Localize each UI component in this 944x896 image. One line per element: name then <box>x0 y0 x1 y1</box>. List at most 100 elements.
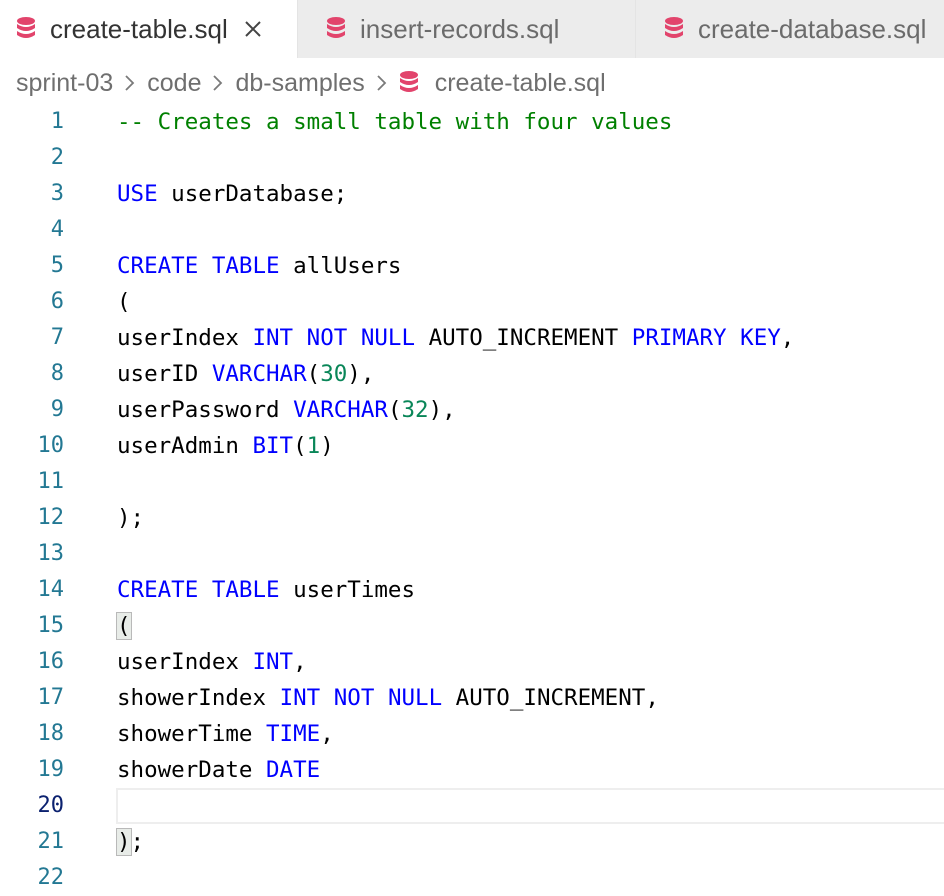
breadcrumb-item-sprint[interactable]: sprint-03 <box>16 69 113 98</box>
code-line[interactable]: 8 userID VARCHAR(30), <box>0 356 944 392</box>
code-token: showerIndex <box>117 685 280 711</box>
line-number: 5 <box>50 253 64 278</box>
database-icon <box>326 16 348 42</box>
code-text: showerDate DATE <box>117 752 320 788</box>
line-number: 22 <box>37 865 65 890</box>
code-line[interactable]: 15 ( <box>0 608 944 644</box>
code-line[interactable]: 13 <box>0 536 944 572</box>
tab-label: insert-records.sql <box>360 13 560 44</box>
code-token: , <box>780 325 795 351</box>
line-number: 15 <box>37 613 65 638</box>
chevron-right-icon <box>373 70 391 96</box>
code-token: userAdmin <box>117 433 253 459</box>
code-line[interactable]: 5 CREATE TABLE allUsers <box>0 248 944 284</box>
tab-create-database[interactable]: create-database.sql <box>636 0 944 58</box>
code-token: userIndex <box>117 649 253 675</box>
sql-keyword: CREATE <box>117 577 199 603</box>
code-token: ); <box>117 505 145 531</box>
code-line[interactable]: 3 USE userDatabase; <box>0 176 944 212</box>
code-line[interactable]: 7 userIndex INT NOT NULL AUTO_INCREMENT P… <box>0 320 944 356</box>
breadcrumb: sprint-03 code db-samples create-table.s… <box>16 64 606 102</box>
comment: -- Creates a small table with four value… <box>117 109 673 135</box>
sql-keyword: PRIMARY <box>631 325 727 351</box>
code-line[interactable]: 4 <box>0 212 944 248</box>
tab-label: create-database.sql <box>698 13 927 44</box>
code-text: CREATE TABLE userTimes <box>117 572 415 608</box>
code-token: AUTO_INCREMENT, <box>442 685 659 711</box>
code-line[interactable]: 6( <box>0 284 944 320</box>
line-number: 11 <box>37 469 65 494</box>
code-token: userID <box>117 361 212 387</box>
bracket-match: ( <box>116 612 132 640</box>
number-literal: 32 <box>401 397 429 423</box>
editor-tab-bar: create-table.sql insert-records.sql crea… <box>0 0 944 58</box>
code-token: ), <box>347 361 375 387</box>
code-line[interactable]: 17 showerIndex INT NOT NULL AUTO_INCREMEN… <box>0 680 944 716</box>
code-token: ( <box>306 361 321 387</box>
database-icon <box>16 16 38 42</box>
code-text: showerTime TIME, <box>117 716 334 752</box>
code-text: ); <box>116 824 145 860</box>
code-text: -- Creates a small table with four value… <box>117 104 672 140</box>
breadcrumb-item-code[interactable]: code <box>147 69 201 98</box>
code-text: showerIndex INT NOT NULL AUTO_INCREMENT, <box>117 680 659 716</box>
sql-keyword: TABLE <box>211 253 280 279</box>
line-number: 19 <box>37 757 65 782</box>
code-line[interactable]: 16 userIndex INT, <box>0 644 944 680</box>
breadcrumb-item-db-samples[interactable]: db-samples <box>235 69 364 98</box>
sql-keyword: VARCHAR <box>211 361 307 387</box>
code-line[interactable]: 2 <box>0 140 944 176</box>
code-text: ( <box>117 284 131 320</box>
code-line[interactable]: 22 <box>0 860 944 896</box>
breadcrumb-item-file[interactable]: create-table.sql <box>399 69 606 98</box>
code-editor[interactable]: 1 -- Creates a small table with four valu… <box>0 104 944 896</box>
code-token: showerDate <box>117 757 267 783</box>
sql-keyword: INT <box>252 325 294 351</box>
code-line[interactable]: 12); <box>0 500 944 536</box>
code-token: userPassword <box>117 397 294 423</box>
code-line[interactable]: 20 <box>0 788 944 824</box>
sql-keyword: USE <box>117 181 158 207</box>
sql-keyword: INT <box>252 649 294 675</box>
line-number: 17 <box>37 685 65 710</box>
bracket-match: ) <box>116 828 132 856</box>
sql-keyword: CREATE <box>117 253 199 279</box>
code-line[interactable]: 14 CREATE TABLE userTimes <box>0 572 944 608</box>
line-number: 21 <box>37 829 65 854</box>
sql-keyword: INT <box>279 685 321 711</box>
line-number: 10 <box>37 433 65 458</box>
sql-keyword: TIME <box>266 721 321 747</box>
database-icon <box>399 70 421 96</box>
code-token: AUTO_INCREMENT <box>415 325 632 351</box>
code-line[interactable]: 18 showerTime TIME, <box>0 716 944 752</box>
code-token: userTimes <box>279 577 416 603</box>
code-line[interactable]: 1 -- Creates a small table with four valu… <box>0 104 944 140</box>
tab-create-table[interactable]: create-table.sql <box>0 0 298 58</box>
code-text: ( <box>116 608 132 644</box>
code-line[interactable]: 10 userAdmin BIT(1) <box>0 428 944 464</box>
tab-insert-records[interactable]: insert-records.sql <box>298 0 636 58</box>
sql-keyword: KEY <box>740 325 781 351</box>
code-token: , <box>320 721 334 747</box>
sql-keyword: NULL <box>360 325 416 351</box>
chevron-right-icon <box>121 70 139 96</box>
code-token: userIndex <box>117 325 253 351</box>
code-line[interactable]: 11 <box>0 464 944 500</box>
code-line[interactable]: 21); <box>0 824 944 860</box>
code-token: ), <box>428 397 456 423</box>
sql-keyword: NOT <box>306 325 348 351</box>
code-line[interactable]: 9 userPassword VARCHAR(32), <box>0 392 944 428</box>
code-text: userPassword VARCHAR(32), <box>117 392 456 428</box>
line-number: 20 <box>37 793 65 818</box>
line-number: 3 <box>50 181 64 206</box>
sql-keyword: NULL <box>387 685 443 711</box>
code-line[interactable]: 19 showerDate DATE <box>0 752 944 788</box>
code-token: ; <box>130 829 145 855</box>
close-icon[interactable] <box>240 16 266 42</box>
